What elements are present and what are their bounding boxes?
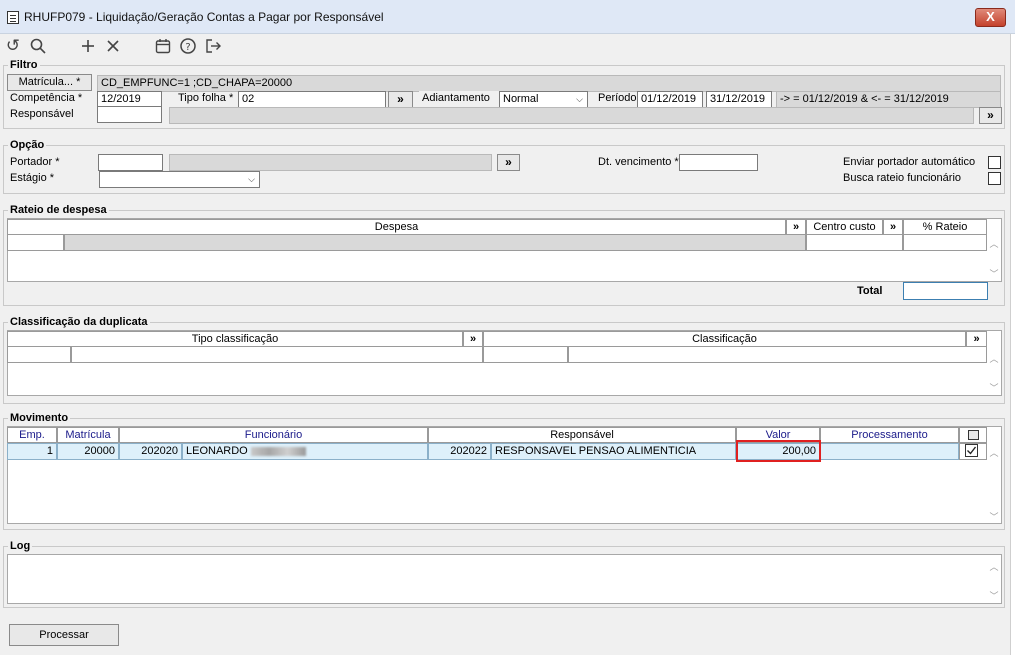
scroll-up-icon[interactable]: ︿ — [988, 560, 1000, 573]
responsavel-label: Responsável — [10, 108, 74, 120]
col-matricula[interactable]: Matrícula — [57, 427, 119, 443]
periodo-end-field[interactable]: 31/12/2019 — [706, 91, 772, 108]
classificacao-legend: Classificação da duplicata — [8, 316, 150, 328]
portador-label: Portador * — [10, 156, 60, 168]
enviar-portador-checkbox[interactable] — [988, 156, 1001, 169]
chevron-down-icon: ⌵ — [248, 174, 255, 184]
processar-button[interactable]: Processar — [9, 624, 119, 646]
valor-highlight-box — [736, 440, 821, 462]
search-icon[interactable] — [29, 37, 47, 55]
portador-code-field[interactable] — [98, 154, 163, 171]
tipo-name-cell[interactable] — [71, 346, 483, 363]
despesa-lookup-button[interactable]: » — [786, 219, 806, 235]
despesa-code-cell[interactable] — [7, 234, 64, 251]
portador-lookup-button[interactable]: » — [497, 154, 520, 171]
chevron-down-icon: ⌵ — [576, 94, 583, 104]
select-all-checkbox[interactable] — [968, 430, 979, 440]
responsavel-lookup-button[interactable]: » — [979, 107, 1002, 124]
adiantamento-select[interactable]: Normal ⌵ — [499, 91, 588, 108]
row-matricula: 20000 — [57, 443, 119, 460]
window-edge — [1010, 34, 1015, 655]
help-icon[interactable]: ? — [179, 37, 197, 55]
redacted-name — [250, 446, 306, 456]
movimento-legend: Movimento — [8, 412, 71, 424]
add-icon[interactable] — [79, 37, 97, 55]
col-select-all[interactable] — [959, 427, 987, 443]
enviar-portador-label: Enviar portador automático — [843, 156, 976, 168]
col-rateio: % Rateio — [903, 219, 987, 235]
centro-custo-cell[interactable] — [806, 234, 903, 251]
classificacao-code-cell[interactable] — [483, 346, 568, 363]
rateio-cell[interactable] — [903, 234, 987, 251]
estagio-select[interactable]: ⌵ — [99, 171, 260, 188]
competencia-label: Competência * — [10, 92, 83, 104]
matricula-button[interactable]: Matrícula... * — [7, 74, 92, 91]
row-resp-code: 202022 — [428, 443, 491, 460]
col-tipo-classificacao: Tipo classificação — [7, 331, 463, 347]
busca-rateio-label: Busca rateio funcionário — [843, 172, 962, 184]
filtro-legend: Filtro — [8, 59, 40, 71]
col-classificacao: Classificação — [483, 331, 966, 347]
svg-text:?: ? — [185, 42, 190, 53]
row-resp-name: RESPONSAVEL PENSAO ALIMENTICIA — [491, 443, 736, 460]
tipo-folha-lookup-button[interactable]: » — [388, 91, 413, 108]
matricula-filter-field: CD_EMPFUNC=1 ;CD_CHAPA=20000 — [97, 75, 1001, 92]
col-centro-custo: Centro custo — [806, 219, 883, 235]
calendar-icon[interactable] — [154, 37, 172, 55]
log-legend: Log — [8, 540, 33, 552]
row-func-code: 202020 — [119, 443, 182, 460]
log-textarea[interactable] — [7, 554, 1002, 604]
col-processamento[interactable]: Processamento — [820, 427, 959, 443]
tipo-folha-label: Tipo folha * — [178, 92, 234, 104]
col-responsavel[interactable]: Responsável — [428, 427, 736, 443]
tipo-code-cell[interactable] — [7, 346, 71, 363]
delete-icon[interactable] — [104, 37, 122, 55]
classificacao-lookup-button[interactable]: » — [966, 331, 987, 347]
adiantamento-label: Adiantamento — [419, 91, 499, 108]
despesa-name-cell — [64, 234, 806, 251]
total-label: Total — [857, 285, 883, 297]
portador-name-field — [169, 154, 492, 171]
document-icon — [7, 11, 19, 24]
col-funcionario[interactable]: Funcionário — [119, 427, 428, 443]
periodo-label: Período — [598, 92, 637, 104]
classificacao-name-cell[interactable] — [568, 346, 987, 363]
row-processamento — [820, 443, 959, 460]
opcao-legend: Opção — [8, 139, 47, 151]
row-checkbox[interactable] — [965, 444, 979, 458]
col-despesa: Despesa — [7, 219, 786, 235]
responsavel-name-field — [169, 107, 974, 124]
busca-rateio-checkbox[interactable] — [988, 172, 1001, 185]
scroll-down-icon[interactable]: ﹀ — [988, 267, 1000, 280]
col-emp[interactable]: Emp. — [7, 427, 57, 443]
dt-vencimento-field[interactable] — [679, 154, 758, 171]
estagio-label: Estágio * — [10, 172, 55, 184]
row-emp: 1 — [7, 443, 57, 460]
scroll-up-icon[interactable]: ︿ — [988, 352, 1000, 365]
periodo-start-field[interactable]: 01/12/2019 — [637, 91, 703, 108]
centro-custo-lookup-button[interactable]: » — [883, 219, 903, 235]
periodo-expression: -> = 01/12/2019 & <- = 31/12/2019 — [776, 91, 1001, 108]
window-title: RHUFP079 - Liquidação/Geração Contas a P… — [24, 10, 384, 24]
dt-vencimento-label: Dt. vencimento * — [598, 156, 679, 168]
tipo-classificacao-lookup-button[interactable]: » — [463, 331, 483, 347]
responsavel-code-field[interactable] — [97, 106, 162, 123]
scroll-down-icon[interactable]: ﹀ — [988, 589, 1000, 602]
exit-icon[interactable] — [204, 37, 222, 55]
row-func-name: LEONARDO — [182, 443, 428, 460]
scroll-down-icon[interactable]: ﹀ — [988, 381, 1000, 394]
tipo-folha-field[interactable]: 02 — [238, 91, 386, 108]
row-select-cell[interactable] — [959, 443, 987, 460]
undo-icon[interactable]: ↺ — [4, 37, 22, 55]
rateio-legend: Rateio de despesa — [8, 204, 109, 216]
close-button[interactable]: X — [975, 8, 1006, 27]
scroll-up-icon[interactable]: ︿ — [988, 237, 1000, 250]
row-func-name-text: LEONARDO — [186, 445, 248, 457]
scroll-up-icon[interactable]: ︿ — [988, 446, 1000, 459]
total-field — [903, 282, 988, 300]
adiantamento-value: Normal — [503, 93, 539, 105]
scroll-down-icon[interactable]: ﹀ — [988, 510, 1000, 523]
